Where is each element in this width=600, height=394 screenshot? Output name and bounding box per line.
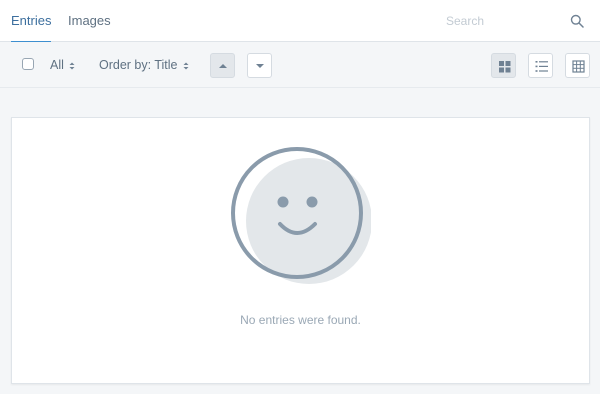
table-icon [572, 60, 585, 73]
toolbar: All Order by: Title [0, 42, 600, 88]
entries-panel: No entries were found. [11, 117, 590, 384]
table-view-button[interactable] [565, 53, 590, 78]
list-view-button[interactable] [528, 53, 553, 78]
caret-up-icon [219, 64, 227, 68]
grid-icon [499, 61, 511, 73]
list-icon [535, 61, 548, 72]
sort-arrows-icon [183, 62, 188, 70]
sort-arrows-icon [69, 62, 75, 70]
order-by-label: Order by: Title [99, 58, 178, 72]
select-all-checkbox[interactable] [22, 58, 34, 70]
order-by-dropdown[interactable]: Order by: Title [99, 58, 189, 72]
smiley-face-icon [231, 147, 371, 284]
grid-view-button[interactable] [491, 53, 516, 78]
tab-images[interactable]: Images [68, 0, 111, 42]
empty-state-message: No entries were found. [240, 313, 361, 327]
search-icon[interactable] [570, 14, 584, 28]
sort-descending-button[interactable] [247, 53, 272, 78]
search-input[interactable]: Search [446, 14, 484, 28]
tab-bar: Entries Images Search [0, 0, 600, 43]
caret-down-icon [256, 64, 264, 68]
tab-entries[interactable]: Entries [11, 0, 52, 43]
sort-ascending-button[interactable] [210, 53, 235, 78]
filter-dropdown-label: All [50, 58, 64, 72]
filter-dropdown[interactable]: All [50, 58, 75, 72]
